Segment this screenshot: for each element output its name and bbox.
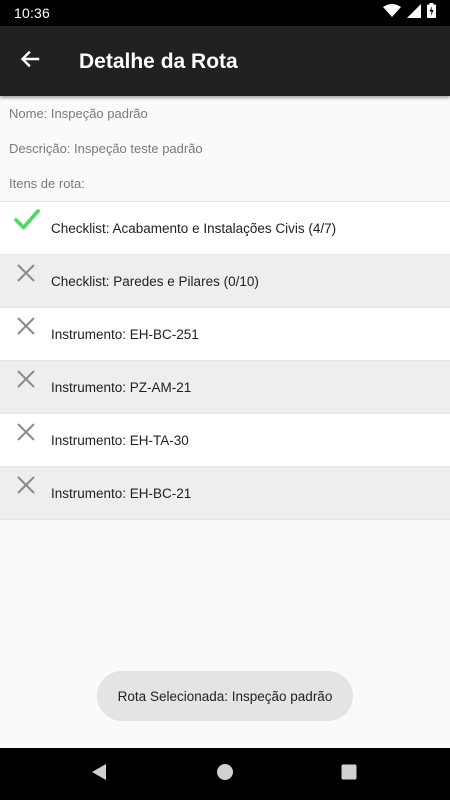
close-icon xyxy=(14,473,38,497)
list-item[interactable]: Checklist: Acabamento e Instalações Civi… xyxy=(0,202,450,255)
signal-icon xyxy=(407,3,421,23)
list-item[interactable]: Instrumento: EH-BC-21 xyxy=(0,467,450,520)
close-icon xyxy=(14,314,38,338)
status-bar: 10:36 xyxy=(0,0,450,26)
list-item-label: Instrumento: EH-BC-21 xyxy=(51,486,192,501)
nav-back-button[interactable] xyxy=(83,758,115,790)
check-icon xyxy=(14,208,40,232)
close-icon xyxy=(14,367,38,391)
close-icon xyxy=(14,420,38,444)
list-item-label: Instrumento: EH-TA-30 xyxy=(51,433,189,448)
route-items-list: Checklist: Acabamento e Instalações Civi… xyxy=(0,201,450,520)
route-items-header: Itens de rota: xyxy=(9,176,85,191)
app-bar: Detalhe da Rota xyxy=(0,26,450,96)
list-item-label: Instrumento: PZ-AM-21 xyxy=(51,380,192,395)
list-item-label: Checklist: Paredes e Pilares (0/10) xyxy=(51,274,259,289)
system-nav-bar xyxy=(0,748,450,800)
list-item-label: Checklist: Acabamento e Instalações Civi… xyxy=(51,221,337,236)
nav-home-button[interactable] xyxy=(209,758,241,790)
route-detail-content: Nome: Inspeção padrão Descrição: Inspeçã… xyxy=(0,96,450,520)
toast-message: Rota Selecionada: Inspeção padrão xyxy=(97,671,353,721)
home-circle-icon xyxy=(216,763,234,786)
status-time: 10:36 xyxy=(14,5,51,21)
route-name: Nome: Inspeção padrão xyxy=(9,106,148,121)
battery-charging-icon xyxy=(427,3,436,23)
page-title: Detalhe da Rota xyxy=(79,50,238,73)
back-button[interactable] xyxy=(10,41,50,81)
recents-square-icon xyxy=(341,764,357,785)
list-item[interactable]: Instrumento: EH-BC-251 xyxy=(0,308,450,361)
list-item-label: Instrumento: EH-BC-251 xyxy=(51,327,199,342)
list-item[interactable]: Checklist: Paredes e Pilares (0/10) xyxy=(0,255,450,308)
back-triangle-icon xyxy=(90,763,108,786)
list-item[interactable]: Instrumento: PZ-AM-21 xyxy=(0,361,450,414)
status-icons xyxy=(383,3,436,23)
route-description: Descrição: Inspeção teste padrão xyxy=(9,141,203,156)
list-item[interactable]: Instrumento: EH-TA-30 xyxy=(0,414,450,467)
nav-recents-button[interactable] xyxy=(333,758,365,790)
wifi-icon xyxy=(383,3,401,23)
close-icon xyxy=(14,261,38,285)
arrow-back-icon xyxy=(20,49,40,74)
